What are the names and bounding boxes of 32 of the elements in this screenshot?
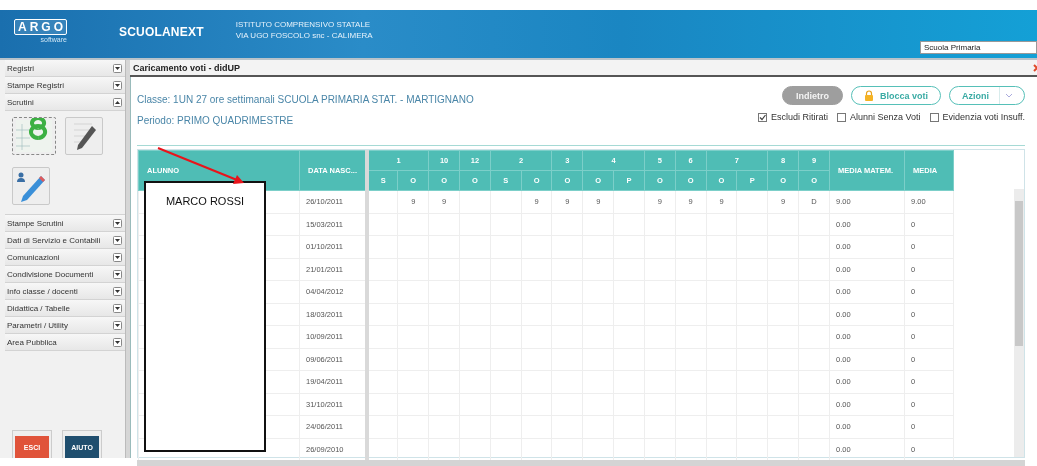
checkbox[interactable] xyxy=(758,112,768,122)
school-selector[interactable]: Scuola Primaria xyxy=(920,41,1037,54)
sidebar-item[interactable]: Condivisione Documenti xyxy=(5,266,125,283)
scrollbar[interactable] xyxy=(137,460,1025,466)
panel-title: Caricamento voti - didUP xyxy=(133,62,240,73)
sidebar-item[interactable]: Scrutini xyxy=(5,94,125,111)
sidebar-item[interactable]: Didattica / Tabelle xyxy=(5,300,125,317)
school-name: ISTITUTO COMPRENSIVO STATALE xyxy=(235,19,372,30)
caret-icon xyxy=(1006,93,1012,98)
tile-button[interactable] xyxy=(12,117,56,155)
checkbox-label: Alunni Senza Voti xyxy=(850,112,921,122)
class-info: Classe: 1UN 27 ore settimanali SCUOLA PRIMARIA STAT. - MARTIGNANO xyxy=(137,93,474,107)
sidebar-item[interactable]: Stampe Scrutini xyxy=(5,215,125,232)
school-name: VIA UGO FOSCOLO snc - CALIMERA xyxy=(235,30,373,41)
sidebar-item[interactable]: Dati di Servizio e Contabili xyxy=(5,232,125,249)
tile-button[interactable] xyxy=(12,167,50,205)
checkbox[interactable] xyxy=(837,112,847,122)
sidebar-item[interactable]: Comunicazioni xyxy=(5,249,125,266)
sidebar-item[interactable]: Info classe / docenti xyxy=(5,283,125,300)
tile-button[interactable] xyxy=(65,117,103,155)
checkbox-label: Evidenzia voti Insuff. xyxy=(942,112,1025,122)
product-name: SCUOLANEXT xyxy=(119,25,204,39)
sidebar-item[interactable]: Stampe Registri xyxy=(5,77,125,94)
sidebar-item[interactable]: Registri xyxy=(5,60,125,77)
sidebar-item[interactable]: Parametri / Utility xyxy=(5,317,125,334)
lock-icon xyxy=(864,90,874,101)
sidebar-item[interactable]: Area Pubblica xyxy=(5,334,125,351)
scrollbar[interactable] xyxy=(1014,189,1024,457)
annotation-text: MARCO ROSSI xyxy=(164,195,246,207)
period-info: Periodo: PRIMO QUADRIMESTRE xyxy=(137,114,295,128)
checkbox[interactable] xyxy=(929,112,939,122)
checkbox-label: Escludi Ritirati xyxy=(771,112,829,122)
